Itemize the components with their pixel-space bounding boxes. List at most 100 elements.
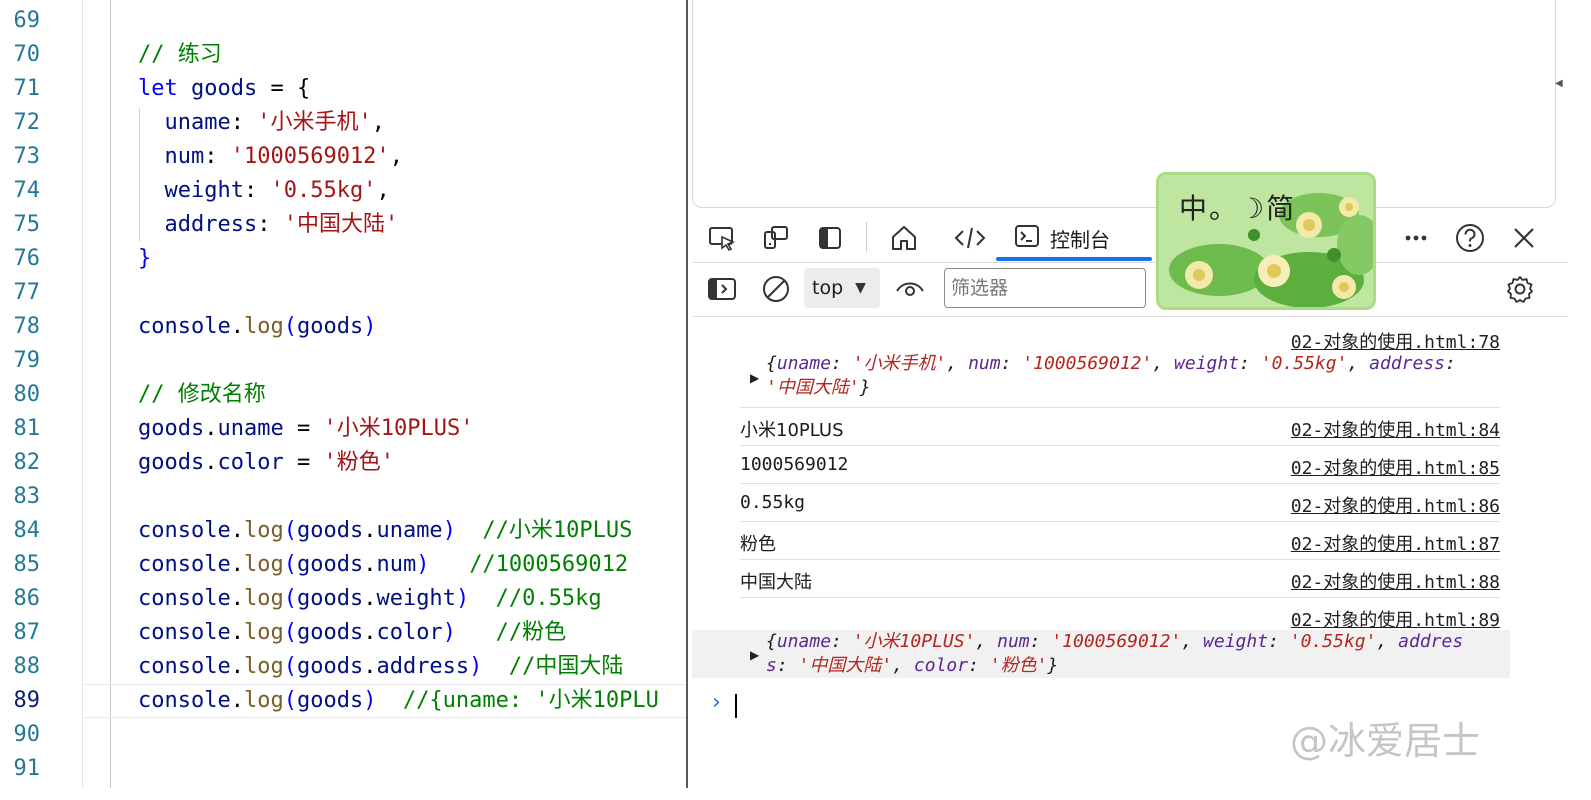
message-divider bbox=[740, 597, 1500, 598]
object-line: {uname: '小米手机', num: '1000569012', weigh… bbox=[766, 352, 1496, 376]
object-token: , bbox=[975, 631, 998, 652]
code-token: 小米 bbox=[548, 688, 593, 713]
code-token: . bbox=[363, 620, 377, 645]
console-source-link[interactable]: 02-对象的使用.html:84 bbox=[1291, 416, 1500, 442]
code-token: // bbox=[482, 654, 536, 679]
code-token: ) bbox=[363, 688, 377, 713]
preview-scrollbar[interactable]: ◀ bbox=[1552, 0, 1568, 210]
console-source-link[interactable]: 02-对象的使用.html:86 bbox=[1291, 492, 1500, 518]
gear-icon[interactable] bbox=[1502, 270, 1538, 308]
pane-divider[interactable] bbox=[686, 0, 688, 788]
message-divider bbox=[740, 407, 1500, 408]
code-line: goods.color = '粉色' bbox=[138, 446, 394, 480]
message-divider bbox=[740, 445, 1500, 446]
code-token: log bbox=[243, 552, 284, 577]
tab-console-label: 控制台 bbox=[1050, 227, 1110, 252]
console-object-1[interactable]: {uname: '小米手机', num: '1000569012', weigh… bbox=[766, 352, 1496, 400]
clear-console-icon[interactable] bbox=[758, 270, 794, 308]
code-token: ' bbox=[257, 110, 271, 135]
code-token: , bbox=[371, 110, 385, 135]
console-filter-input[interactable] bbox=[944, 268, 1146, 308]
eye-icon[interactable] bbox=[892, 270, 928, 308]
object-token: { bbox=[766, 631, 777, 652]
code-token: 粉色 bbox=[522, 620, 567, 645]
code-token: 粉色 bbox=[336, 450, 381, 475]
code-token: goods bbox=[296, 518, 364, 543]
object-token: } bbox=[1047, 655, 1059, 676]
show-console-sidebar-icon[interactable] bbox=[704, 270, 740, 308]
expand-triangle-icon[interactable]: ▶ bbox=[750, 648, 759, 662]
toggle-sidebar-icon[interactable] bbox=[812, 220, 848, 256]
code-token: log bbox=[243, 654, 284, 679]
code-token: . bbox=[230, 620, 244, 645]
console-source-link[interactable]: 02-对象的使用.html:88 bbox=[1291, 568, 1500, 594]
console-input-caret[interactable] bbox=[735, 694, 737, 718]
code-token: ' bbox=[323, 450, 337, 475]
code-token: ' bbox=[283, 212, 297, 237]
code-token: console bbox=[138, 586, 231, 611]
code-editor[interactable]: 69 70// 练习 71 let goods = {72 uname: '小米手机'… bbox=[0, 0, 686, 788]
object-token: '0.55kg' bbox=[1260, 353, 1348, 374]
line-number: 82 bbox=[13, 450, 41, 475]
code-token: = { bbox=[257, 76, 311, 101]
object-token: num bbox=[968, 353, 1001, 374]
console-source-link[interactable]: 02-对象的使用.html:78 bbox=[1291, 328, 1500, 354]
code-token: log bbox=[243, 314, 284, 339]
object-token: weight bbox=[1174, 353, 1240, 374]
code-token: . bbox=[230, 552, 244, 577]
code-token: '0.55kg' bbox=[270, 178, 377, 203]
line-number: 84 bbox=[13, 518, 41, 543]
code-token: log bbox=[243, 688, 284, 713]
object-line: {uname: '小米10PLUS', num: '1000569012', w… bbox=[766, 630, 1496, 654]
inspect-element-icon[interactable] bbox=[704, 220, 740, 256]
code-token: goods bbox=[296, 586, 364, 611]
code-brackets-icon[interactable] bbox=[952, 220, 988, 256]
tab-console[interactable]: 控制台 bbox=[996, 214, 1152, 262]
code-line: console.log(goods) //{uname: '小米10PLU bbox=[138, 684, 659, 718]
object-token: : bbox=[776, 655, 799, 676]
object-token: : bbox=[831, 353, 853, 374]
line-number: 79 bbox=[13, 348, 41, 373]
expand-triangle-icon[interactable]: ▶ bbox=[750, 371, 759, 385]
code-line: goods.uname = '小米10PLUS' bbox=[138, 412, 473, 446]
context-selector[interactable]: top ▼ bbox=[804, 268, 880, 308]
line-number: 73 bbox=[13, 144, 41, 169]
code-token: 中国大陆 bbox=[296, 212, 385, 237]
console-source-link[interactable]: 02-对象的使用.html:85 bbox=[1291, 454, 1500, 480]
close-icon[interactable] bbox=[1506, 220, 1542, 256]
code-token: , bbox=[389, 144, 403, 169]
object-token: addres bbox=[1398, 631, 1464, 652]
console-object-2[interactable]: {uname: '小米10PLUS', num: '1000569012', w… bbox=[766, 630, 1496, 678]
code-token: ( bbox=[283, 314, 297, 339]
scroll-up-arrow-icon[interactable]: ◀ bbox=[1555, 78, 1563, 89]
help-icon[interactable] bbox=[1452, 220, 1488, 256]
object-token: , bbox=[1347, 353, 1370, 374]
console-source-link[interactable]: 02-对象的使用.html:89 bbox=[1291, 606, 1500, 632]
code-line: let goods = { bbox=[138, 72, 310, 106]
line-number: 89 bbox=[13, 688, 41, 713]
home-icon[interactable] bbox=[886, 220, 922, 256]
object-token: color bbox=[913, 655, 969, 676]
more-tools-icon[interactable] bbox=[1398, 220, 1434, 256]
toolbar-separator bbox=[866, 222, 867, 252]
code-token: address bbox=[376, 654, 470, 679]
console-source-link[interactable]: 02-对象的使用.html:87 bbox=[1291, 530, 1500, 556]
ime-status-bar[interactable]: 中。☽简 bbox=[1156, 172, 1376, 310]
object-token: : bbox=[1445, 353, 1456, 374]
object-token: '粉色' bbox=[989, 655, 1048, 676]
message-text: 小米10PLUS bbox=[740, 420, 844, 441]
code-token: console bbox=[138, 688, 231, 713]
device-emulation-icon[interactable] bbox=[758, 220, 794, 256]
console-icon bbox=[1014, 223, 1040, 254]
code-token: . bbox=[363, 654, 377, 679]
code-token: 小米 bbox=[508, 518, 553, 543]
code-token: ( bbox=[283, 688, 297, 713]
code-token: = bbox=[283, 416, 324, 441]
code-token: goods bbox=[296, 620, 364, 645]
line-number: 85 bbox=[13, 552, 41, 577]
code-token: goods bbox=[296, 688, 364, 713]
code-token: console bbox=[138, 654, 231, 679]
code-token: 修改名称 bbox=[177, 382, 266, 407]
object-token: { bbox=[766, 353, 777, 374]
folding-guide bbox=[110, 0, 111, 788]
